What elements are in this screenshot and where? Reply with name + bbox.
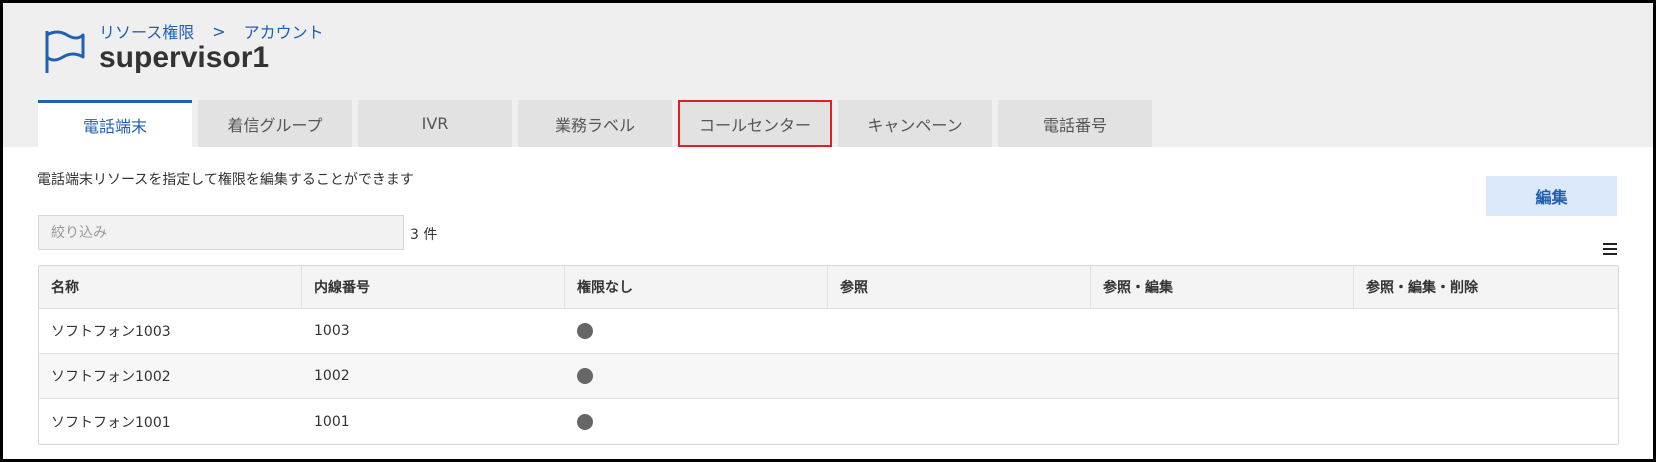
edit-button[interactable]: 編集: [1486, 176, 1617, 216]
tab-phone-number[interactable]: 電話番号: [998, 100, 1152, 147]
row-name: ソフトフォン1001: [51, 414, 171, 431]
hamburger-menu-icon[interactable]: [1603, 243, 1617, 257]
no-permission-radio[interactable]: [577, 323, 593, 339]
row-name: ソフトフォン1002: [51, 369, 171, 385]
breadcrumb-parent-link[interactable]: リソース権限: [99, 19, 194, 43]
table-header-row: 名称 内線番号 権限なし 参照 参照・編集 参照・編集・削除: [39, 266, 1618, 309]
result-count: 3 件: [410, 227, 438, 243]
view-edit-cell[interactable]: [1091, 399, 1354, 444]
row-extension: 1001: [314, 413, 350, 430]
breadcrumb-current-link[interactable]: アカウント: [244, 19, 324, 43]
filter-input[interactable]: [38, 215, 404, 250]
view-edit-delete-cell[interactable]: [1354, 399, 1617, 444]
breadcrumb: リソース権限 > アカウント: [99, 19, 324, 43]
table-row: ソフトフォン1002 1002: [39, 354, 1618, 399]
page-title: supervisor1: [99, 41, 270, 74]
column-header-view-edit[interactable]: 参照・編集: [1091, 266, 1354, 308]
column-header-name[interactable]: 名称: [39, 266, 302, 308]
column-header-view[interactable]: 参照: [828, 266, 1091, 308]
view-cell[interactable]: [828, 399, 1091, 444]
view-edit-cell[interactable]: [1091, 309, 1354, 353]
resource-tabs: 電話端末 着信グループ IVR 業務ラベル コールセンター キャンペーン 電話番…: [38, 100, 1152, 147]
row-extension: 1003: [314, 323, 350, 339]
page-header: リソース権限 > アカウント supervisor1 電話端末 着信グループ I…: [3, 3, 1653, 147]
tab-phone-terminal[interactable]: 電話端末: [38, 100, 192, 147]
view-edit-cell[interactable]: [1091, 354, 1354, 398]
no-permission-cell: [565, 309, 828, 353]
app-frame: リソース権限 > アカウント supervisor1 電話端末 着信グループ I…: [3, 3, 1653, 459]
row-extension: 1002: [314, 368, 350, 384]
column-header-extension[interactable]: 内線番号: [302, 266, 565, 308]
no-permission-radio[interactable]: [577, 368, 593, 384]
description-text: 電話端末リソースを指定して権限を編集することができます: [37, 172, 414, 188]
permission-table: 名称 内線番号 権限なし 参照 参照・編集 参照・編集・削除 ソフトフォン100…: [38, 265, 1619, 445]
view-edit-delete-cell[interactable]: [1354, 354, 1617, 398]
tab-call-center[interactable]: コールセンター: [678, 100, 832, 147]
view-cell[interactable]: [828, 354, 1091, 398]
row-name: ソフトフォン1003: [51, 324, 171, 340]
column-header-no-permission[interactable]: 権限なし: [565, 266, 828, 308]
tab-campaign[interactable]: キャンペーン: [838, 100, 992, 147]
breadcrumb-separator: >: [212, 21, 226, 41]
no-permission-cell: [565, 354, 828, 398]
table-row: ソフトフォン1003 1003: [39, 309, 1618, 354]
view-edit-delete-cell[interactable]: [1354, 309, 1617, 353]
table-row: ソフトフォン1001 1001: [39, 399, 1618, 444]
no-permission-cell: [565, 399, 828, 444]
flag-icon: [45, 30, 85, 73]
column-header-view-edit-delete[interactable]: 参照・編集・削除: [1354, 266, 1617, 308]
tab-ivr[interactable]: IVR: [358, 100, 512, 147]
tab-business-label[interactable]: 業務ラベル: [518, 100, 672, 147]
tab-incoming-group[interactable]: 着信グループ: [198, 100, 352, 147]
view-cell[interactable]: [828, 309, 1091, 353]
no-permission-radio[interactable]: [577, 413, 593, 430]
